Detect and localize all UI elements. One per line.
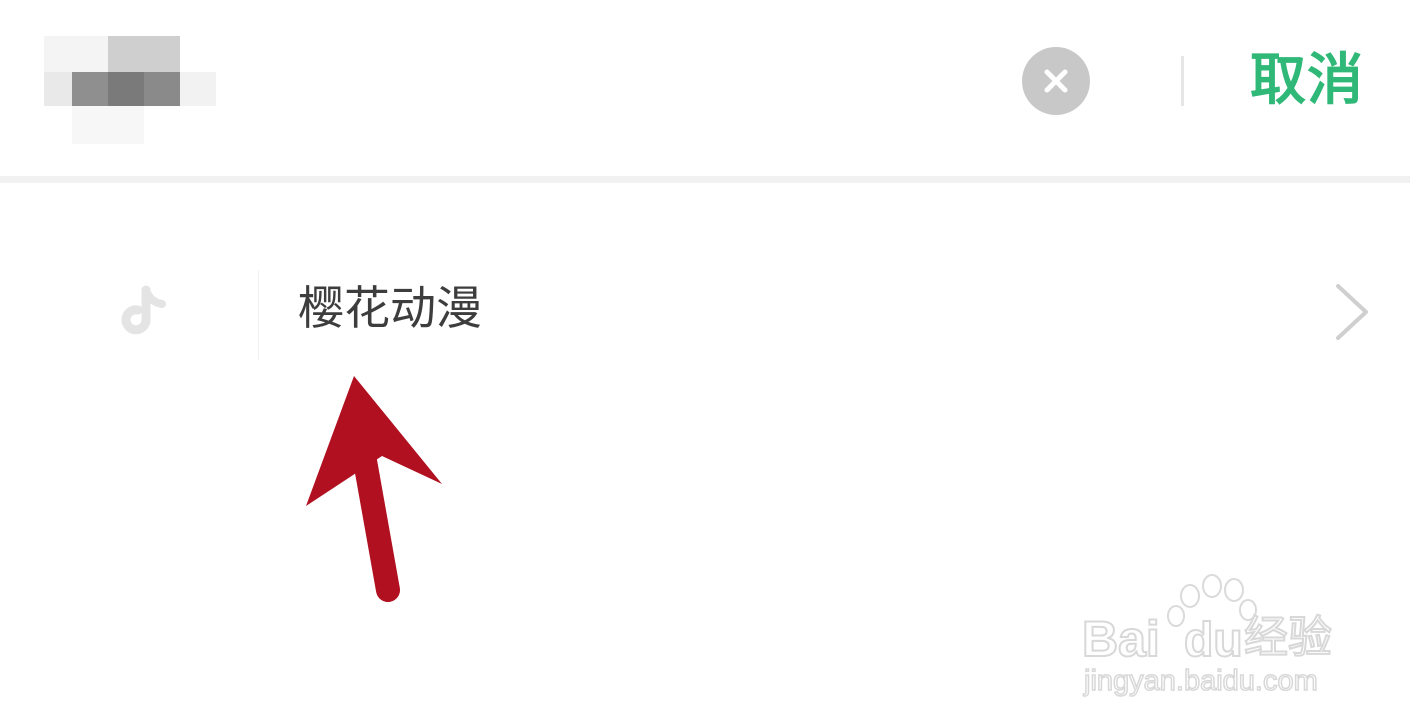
baidu-watermark: Bai du 经验 jingyan.baidu.com (1081, 574, 1333, 698)
cancel-button[interactable]: 取消 (1250, 46, 1364, 116)
watermark-brand: 经验 (1244, 612, 1332, 663)
divider (0, 176, 1410, 183)
search-bar: 取消 (0, 0, 1410, 178)
search-input[interactable] (44, 36, 216, 144)
clear-button[interactable] (1022, 47, 1090, 115)
screen: 取消 樱花动漫 Bai du 经验 jingyan.baidu.com (0, 0, 1410, 728)
close-icon (1044, 69, 1068, 93)
watermark-du: du (1184, 614, 1243, 667)
tiktok-icon (121, 285, 166, 335)
chevron-right-icon (1336, 284, 1368, 340)
watermark-bai: Bai (1082, 611, 1160, 667)
annotation-arrow (306, 376, 442, 602)
search-suggestion-item[interactable]: 樱花动漫 (0, 240, 1410, 380)
divider (1181, 56, 1184, 106)
watermark-url: jingyan.baidu.com (1083, 665, 1318, 697)
suggestion-label: 樱花动漫 (298, 281, 482, 335)
divider (258, 270, 259, 360)
